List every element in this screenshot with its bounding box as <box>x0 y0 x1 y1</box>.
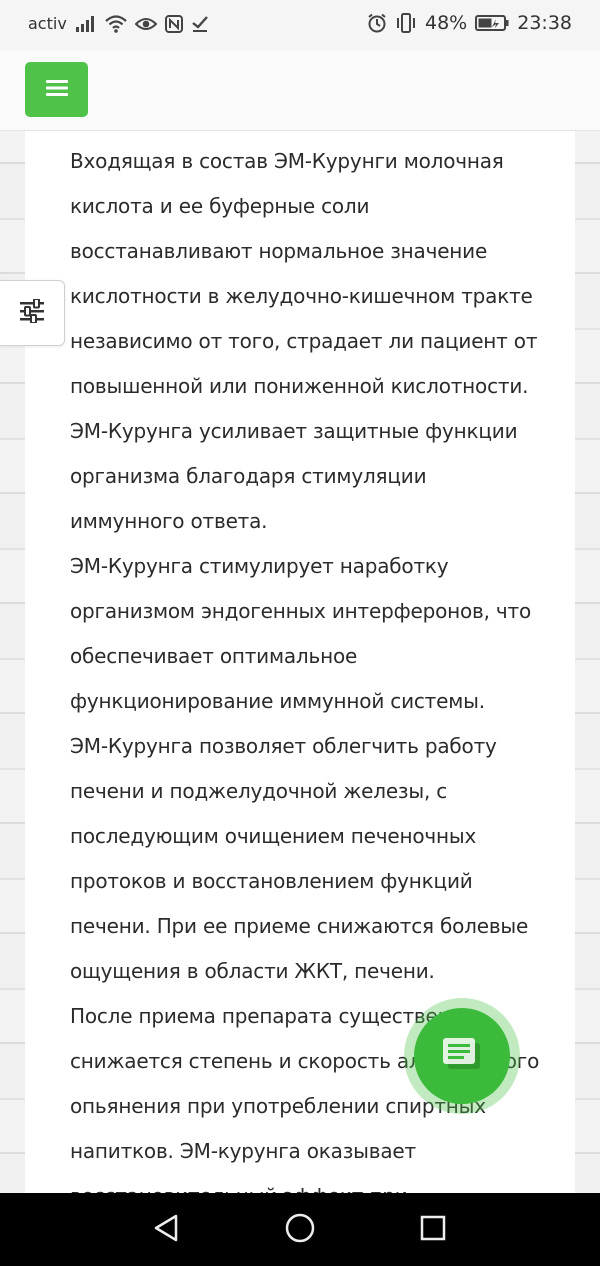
chat-icon <box>442 1037 482 1076</box>
home-button[interactable] <box>281 1211 319 1249</box>
vibrate-icon <box>395 13 417 33</box>
back-button[interactable] <box>147 1211 185 1249</box>
carrier-label: activ <box>28 14 67 33</box>
status-right: 48% 23:38 <box>367 12 572 34</box>
article-paragraph: Входящая в состав ЭМ-Курунги молочная ки… <box>70 149 538 398</box>
chat-button[interactable] <box>414 1008 510 1104</box>
signal-icon <box>75 15 97 32</box>
recents-icon <box>419 1214 447 1246</box>
check-icon <box>191 15 209 33</box>
system-nav-bar <box>0 1193 600 1266</box>
filter-toggle-button[interactable] <box>0 280 65 346</box>
article-paragraph: ЭМ-Курунга стимулирует наработку организ… <box>70 554 532 713</box>
back-icon <box>152 1213 180 1247</box>
menu-button[interactable] <box>25 62 88 117</box>
status-left: activ <box>28 14 209 33</box>
recents-button[interactable] <box>414 1211 452 1249</box>
wifi-icon <box>105 14 127 33</box>
home-icon <box>284 1212 316 1248</box>
alarm-icon <box>367 13 387 33</box>
nfc-icon <box>164 14 183 33</box>
battery-percent: 48% <box>425 12 468 34</box>
site-header <box>0 50 600 131</box>
battery-icon <box>475 14 509 32</box>
hamburger-icon <box>45 79 68 100</box>
sliders-icon <box>19 298 45 327</box>
clock: 23:38 <box>517 12 572 34</box>
article-paragraph: ЭМ-Курунга усиливает защитные функции ор… <box>70 419 518 533</box>
status-bar: activ 48% 23:38 <box>0 0 600 50</box>
eye-icon <box>134 16 157 32</box>
article-paragraph: ЭМ-Курунга позволяет облегчить работу пе… <box>70 734 529 983</box>
